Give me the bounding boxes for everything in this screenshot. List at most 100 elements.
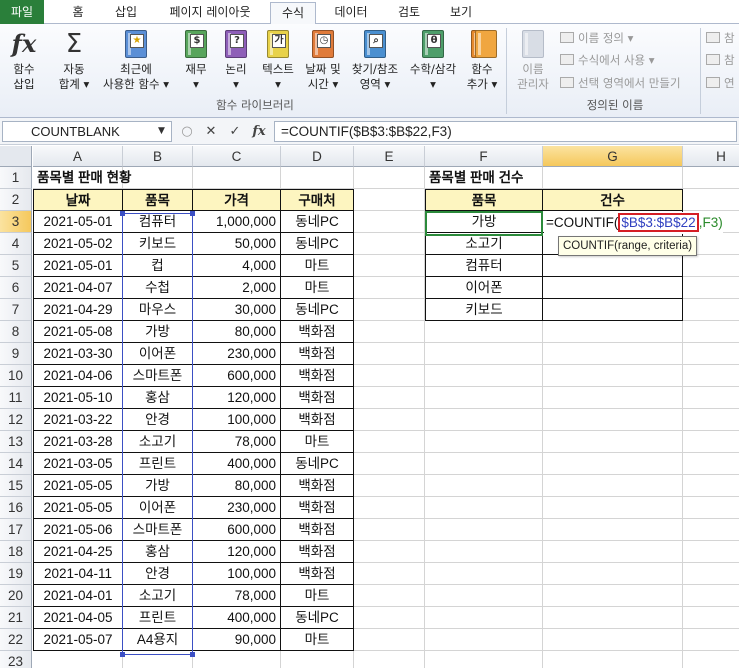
- row-header-6[interactable]: 6: [0, 277, 32, 299]
- autosum-button[interactable]: Σ 자동 합계 ▾: [52, 28, 96, 92]
- table-cell[interactable]: 동네PC: [281, 299, 354, 321]
- table-cell[interactable]: 78,000: [193, 585, 281, 607]
- tab-file[interactable]: 파일: [0, 0, 44, 24]
- formula-input[interactable]: =COUNTIF($B$3:$B$22,F3): [274, 121, 737, 142]
- table-cell[interactable]: 프린트: [123, 607, 193, 629]
- row-header-10[interactable]: 10: [0, 365, 32, 387]
- row-header-12[interactable]: 12: [0, 409, 32, 431]
- table-cell[interactable]: 가방: [123, 321, 193, 343]
- table-cell[interactable]: 수첩: [123, 277, 193, 299]
- table-cell[interactable]: 이어폰: [123, 343, 193, 365]
- table-cell[interactable]: 2021-04-05: [33, 607, 123, 629]
- tab-data[interactable]: 데이터: [326, 2, 376, 24]
- trace-dependents-button[interactable]: 참: [706, 52, 735, 68]
- table-cell[interactable]: 2021-05-05: [33, 497, 123, 519]
- table-cell[interactable]: 230,000: [193, 497, 281, 519]
- column-header-d[interactable]: D: [281, 146, 354, 167]
- name-box-dropdown-icon[interactable]: ▼: [158, 121, 165, 142]
- table-cell[interactable]: 2021-03-05: [33, 453, 123, 475]
- row-header-17[interactable]: 17: [0, 519, 32, 541]
- table-cell[interactable]: 안경: [123, 409, 193, 431]
- table-cell[interactable]: 2021-03-22: [33, 409, 123, 431]
- table-cell[interactable]: 600,000: [193, 519, 281, 541]
- table-cell[interactable]: 홍삼: [123, 387, 193, 409]
- table-cell[interactable]: 400,000: [193, 453, 281, 475]
- table-cell[interactable]: 2021-05-06: [33, 519, 123, 541]
- table-cell[interactable]: 마트: [281, 255, 354, 277]
- table-cell[interactable]: 소고기: [123, 431, 193, 453]
- financial-button[interactable]: $ 재무 ▾: [178, 28, 214, 92]
- row-header-21[interactable]: 21: [0, 607, 32, 629]
- name-box[interactable]: COUNTBLANK: [2, 121, 172, 142]
- row-header-11[interactable]: 11: [0, 387, 32, 409]
- table-cell[interactable]: 30,000: [193, 299, 281, 321]
- table-cell[interactable]: A4용지: [123, 629, 193, 651]
- table-header-cell[interactable]: 구매처: [281, 189, 354, 211]
- tab-page-layout[interactable]: 페이지 레이아웃: [158, 2, 262, 24]
- table-cell[interactable]: 2021-04-25: [33, 541, 123, 563]
- row-header-9[interactable]: 9: [0, 343, 32, 365]
- row-header-16[interactable]: 16: [0, 497, 32, 519]
- row-header-5[interactable]: 5: [0, 255, 32, 277]
- table-cell[interactable]: 마우스: [123, 299, 193, 321]
- table-cell[interactable]: 2021-03-30: [33, 343, 123, 365]
- table-cell[interactable]: 2021-05-02: [33, 233, 123, 255]
- count-table-header[interactable]: 건수: [543, 189, 683, 211]
- table-cell[interactable]: 백화점: [281, 387, 354, 409]
- table-cell[interactable]: 컵: [123, 255, 193, 277]
- table-cell[interactable]: 50,000: [193, 233, 281, 255]
- count-table-header[interactable]: 품목: [425, 189, 543, 211]
- table-cell[interactable]: 78,000: [193, 431, 281, 453]
- table-cell[interactable]: 1,000,000: [193, 211, 281, 233]
- table-cell[interactable]: 동네PC: [281, 607, 354, 629]
- tab-formulas[interactable]: 수식: [270, 2, 316, 25]
- row-header-3[interactable]: 3: [0, 211, 32, 233]
- table-cell[interactable]: 2021-04-06: [33, 365, 123, 387]
- row-header-13[interactable]: 13: [0, 431, 32, 453]
- insert-function-icon[interactable]: fx: [248, 121, 270, 142]
- table-cell[interactable]: 백화점: [281, 519, 354, 541]
- table-cell[interactable]: 100,000: [193, 409, 281, 431]
- table-cell[interactable]: 2021-05-07: [33, 629, 123, 651]
- row-header-20[interactable]: 20: [0, 585, 32, 607]
- table-cell[interactable]: 100,000: [193, 563, 281, 585]
- select-all-corner[interactable]: [0, 146, 32, 167]
- table-cell[interactable]: 백화점: [281, 343, 354, 365]
- count-table-item[interactable]: 이어폰: [425, 277, 543, 299]
- table-cell[interactable]: 120,000: [193, 387, 281, 409]
- tab-home[interactable]: 홈: [60, 2, 96, 24]
- table-cell[interactable]: 80,000: [193, 475, 281, 497]
- date-time-button[interactable]: ◷ 날짜 및 시간 ▾: [300, 28, 346, 92]
- row-header-7[interactable]: 7: [0, 299, 32, 321]
- table-cell[interactable]: 컴퓨터: [123, 211, 193, 233]
- row-header-14[interactable]: 14: [0, 453, 32, 475]
- count-table-value[interactable]: [543, 277, 683, 299]
- table-cell[interactable]: 백화점: [281, 321, 354, 343]
- row-header-18[interactable]: 18: [0, 541, 32, 563]
- tab-insert[interactable]: 삽입: [104, 2, 148, 24]
- table-cell[interactable]: 2021-03-28: [33, 431, 123, 453]
- table-cell[interactable]: 스마트폰: [123, 519, 193, 541]
- count-table-item[interactable]: 가방: [425, 211, 543, 233]
- row-header-22[interactable]: 22: [0, 629, 32, 651]
- table-cell[interactable]: 2021-05-10: [33, 387, 123, 409]
- table-cell[interactable]: 소고기: [123, 585, 193, 607]
- tab-review[interactable]: 검토: [388, 2, 430, 24]
- table-cell[interactable]: 90,000: [193, 629, 281, 651]
- column-header-e[interactable]: E: [354, 146, 425, 167]
- count-table-value[interactable]: [543, 299, 683, 321]
- table-cell[interactable]: 키보드: [123, 233, 193, 255]
- recently-used-button[interactable]: ★ 최근에 사용한 함수 ▾: [98, 28, 174, 92]
- formula-bar-splitter[interactable]: ○: [180, 121, 194, 142]
- trace-precedents-button[interactable]: 참: [706, 30, 735, 46]
- table-cell[interactable]: 이어폰: [123, 497, 193, 519]
- math-trig-button[interactable]: θ 수학/삼각 ▾: [404, 28, 462, 92]
- create-from-selection-button[interactable]: 선택 영역에서 만들기: [560, 75, 681, 91]
- table-cell[interactable]: 안경: [123, 563, 193, 585]
- table-cell[interactable]: 80,000: [193, 321, 281, 343]
- more-functions-button[interactable]: 함수 추가 ▾: [464, 28, 500, 92]
- row-header-1[interactable]: 1: [0, 167, 32, 189]
- text-button[interactable]: 가 텍스트 ▾: [258, 28, 298, 92]
- row-header-2[interactable]: 2: [0, 189, 32, 211]
- table-cell[interactable]: 백화점: [281, 475, 354, 497]
